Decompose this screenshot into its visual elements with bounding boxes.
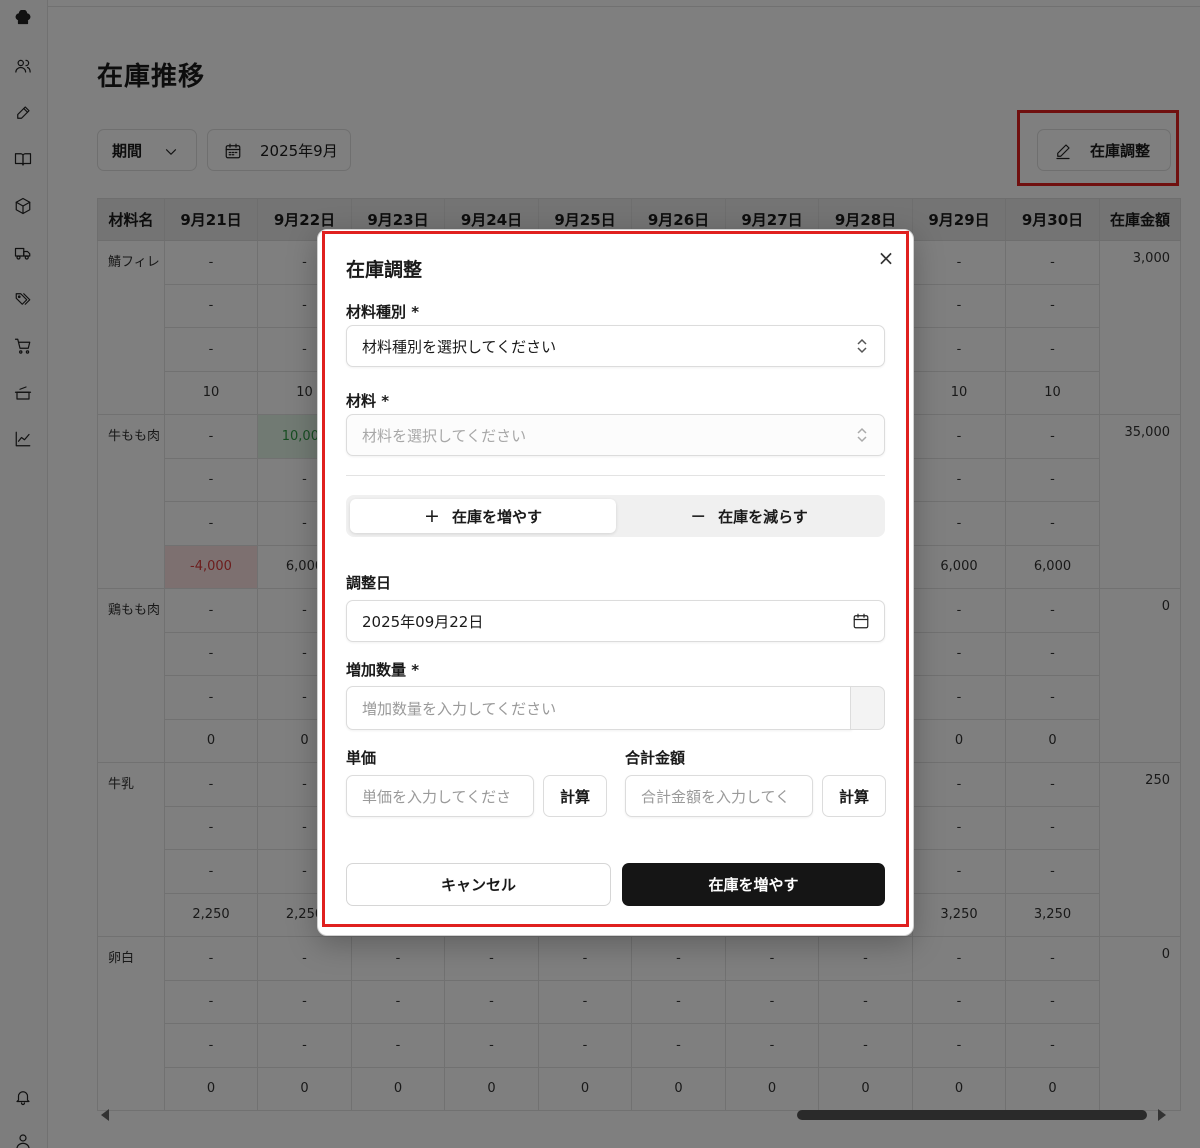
material-select[interactable]: 材料を選択してください xyxy=(346,414,885,456)
material-placeholder: 材料を選択してください xyxy=(362,426,527,445)
quantity-input[interactable]: 増加数量を入力してください xyxy=(346,686,852,730)
quantity-label: 増加数量 * xyxy=(346,661,420,679)
total-calc-button[interactable]: 計算 xyxy=(822,775,886,817)
decrease-stock-tab[interactable]: − 在庫を減らす xyxy=(616,499,882,533)
adjust-direction-toggle: + 在庫を増やす − 在庫を減らす xyxy=(346,495,885,537)
total-amount-input[interactable]: 合計金額を入力してく xyxy=(625,775,813,817)
increase-stock-label: 在庫を増やす xyxy=(451,507,542,526)
total-amount-label: 合計金額 xyxy=(625,749,686,767)
unit-price-calc-button[interactable]: 計算 xyxy=(543,775,607,817)
date-value: 2025年09月22日 xyxy=(362,612,484,631)
unit-price-input[interactable]: 単価を入力してくださ xyxy=(346,775,534,817)
calendar-icon[interactable] xyxy=(852,612,870,630)
plus-icon: + xyxy=(424,505,440,527)
dialog-divider xyxy=(346,475,885,476)
material-label: 材料 * xyxy=(346,392,390,410)
category-select[interactable]: 材料種別を選択してください xyxy=(346,325,885,367)
chevrons-up-down-icon xyxy=(856,426,868,444)
chevrons-up-down-icon xyxy=(856,337,868,355)
decrease-stock-label: 在庫を減らす xyxy=(718,507,808,526)
category-value: 材料種別を選択してください xyxy=(362,337,557,356)
minus-icon: − xyxy=(690,505,707,527)
date-input[interactable]: 2025年09月22日 xyxy=(346,600,885,642)
cancel-button[interactable]: キャンセル xyxy=(346,863,611,906)
date-label: 調整日 xyxy=(346,574,392,592)
close-icon[interactable]: × xyxy=(877,246,895,270)
dialog-title: 在庫調整 xyxy=(346,259,423,281)
quantity-placeholder: 増加数量を入力してください xyxy=(362,699,557,718)
increase-stock-submit-button[interactable]: 在庫を増やす xyxy=(622,863,885,906)
unit-price-label: 単価 xyxy=(346,749,377,767)
unit-price-placeholder: 単価を入力してくださ xyxy=(362,787,512,806)
category-label: 材料種別 * xyxy=(346,303,420,321)
total-amount-placeholder: 合計金額を入力してく xyxy=(641,787,791,806)
quantity-unit-addon xyxy=(850,686,885,730)
increase-stock-tab[interactable]: + 在庫を増やす xyxy=(350,499,616,533)
